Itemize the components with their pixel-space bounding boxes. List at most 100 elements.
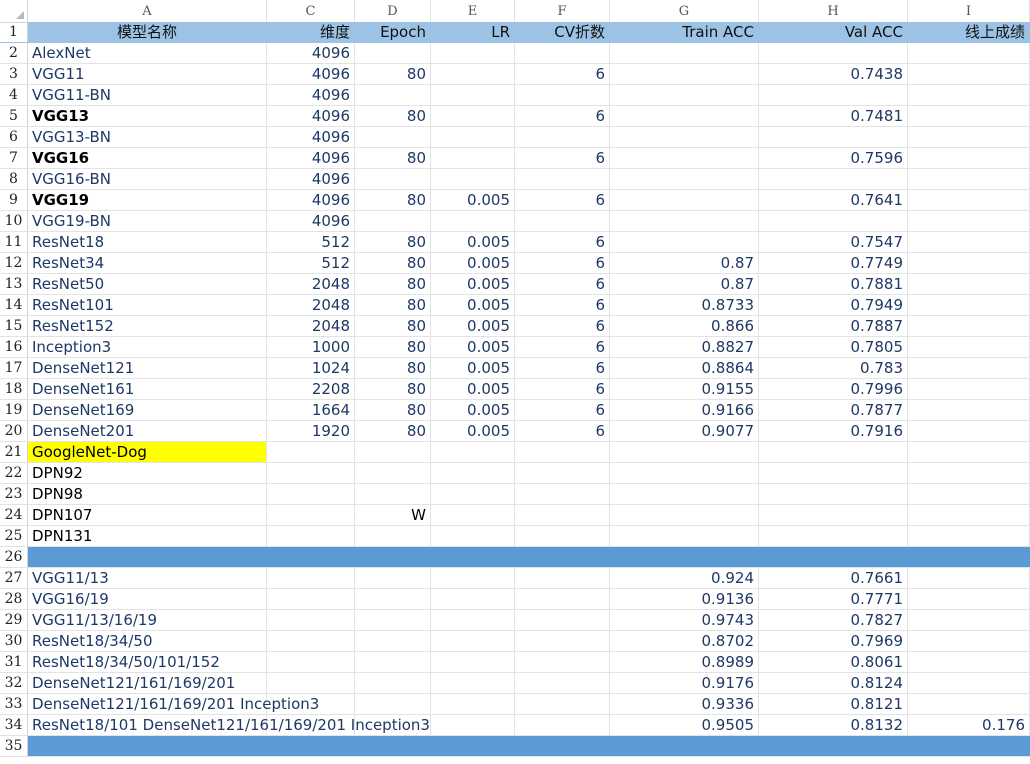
cell-i[interactable] — [908, 526, 1030, 546]
cell-h[interactable]: 0.7949 — [759, 295, 908, 315]
cell-e[interactable] — [431, 715, 515, 735]
cell-f[interactable]: 6 — [515, 148, 610, 168]
cell-d[interactable]: 80 — [355, 379, 431, 399]
row-number[interactable]: 3 — [0, 64, 28, 84]
cell-f[interactable]: 6 — [515, 337, 610, 357]
row-number[interactable]: 2 — [0, 43, 28, 63]
cell-a[interactable]: VGG11-BN — [28, 85, 267, 105]
cell-a[interactable]: DenseNet121/161/169/201 Inception3 — [28, 694, 319, 714]
cell-i[interactable] — [908, 379, 1030, 399]
cell-d[interactable] — [355, 589, 431, 609]
cell-f[interactable]: 6 — [515, 106, 610, 126]
cell-h[interactable] — [759, 85, 908, 105]
cell-f[interactable] — [515, 463, 610, 483]
header-cell-train-acc[interactable]: Train ACC — [610, 22, 759, 42]
cell-i[interactable] — [908, 127, 1030, 147]
cell-c[interactable] — [267, 568, 355, 588]
cell-h[interactable]: 0.7996 — [759, 379, 908, 399]
column-header-h[interactable]: H — [759, 0, 908, 22]
cell-d[interactable] — [355, 715, 431, 735]
cell-i[interactable] — [908, 274, 1030, 294]
cell-e[interactable] — [431, 610, 515, 630]
cell-d[interactable] — [355, 442, 431, 462]
cell-g[interactable]: 0.9336 — [610, 694, 759, 714]
separator-band[interactable] — [28, 547, 1030, 567]
row-number[interactable]: 20 — [0, 421, 28, 441]
cell-f[interactable]: 6 — [515, 400, 610, 420]
cell-f[interactable] — [515, 526, 610, 546]
row-number[interactable]: 26 — [0, 547, 28, 567]
row-number[interactable]: 29 — [0, 610, 28, 630]
cell-c[interactable] — [267, 652, 355, 672]
cell-i[interactable] — [908, 442, 1030, 462]
cell-e[interactable]: 0.005 — [431, 337, 515, 357]
cell-f[interactable] — [515, 442, 610, 462]
cell-c[interactable]: 4096 — [267, 106, 355, 126]
row-number[interactable]: 4 — [0, 85, 28, 105]
cell-i[interactable] — [908, 211, 1030, 231]
cell-d[interactable]: 80 — [355, 253, 431, 273]
cell-g[interactable] — [610, 505, 759, 525]
cell-c[interactable] — [267, 715, 355, 735]
cell-i[interactable] — [908, 463, 1030, 483]
cell-f[interactable] — [515, 694, 610, 714]
cell-e[interactable] — [431, 589, 515, 609]
cell-i[interactable] — [908, 295, 1030, 315]
cell-a[interactable]: VGG16-BN — [28, 169, 267, 189]
cell-i[interactable] — [908, 232, 1030, 252]
cell-d[interactable]: 80 — [355, 274, 431, 294]
column-header-g[interactable]: G — [610, 0, 759, 22]
cell-d[interactable]: 80 — [355, 358, 431, 378]
cell-f[interactable] — [515, 610, 610, 630]
cell-a[interactable]: ResNet101 — [28, 295, 267, 315]
cell-g[interactable] — [610, 64, 759, 84]
cell-d[interactable] — [355, 673, 431, 693]
cell-f[interactable]: 6 — [515, 421, 610, 441]
row-number[interactable]: 22 — [0, 463, 28, 483]
row-number[interactable]: 11 — [0, 232, 28, 252]
cell-d[interactable] — [355, 169, 431, 189]
cell-a[interactable]: VGG16/19 — [28, 589, 267, 609]
cell-g[interactable] — [610, 43, 759, 63]
cell-f[interactable]: 6 — [515, 358, 610, 378]
cell-g[interactable] — [610, 232, 759, 252]
cell-c[interactable] — [267, 694, 355, 714]
cell-c[interactable]: 4096 — [267, 85, 355, 105]
cell-d[interactable] — [355, 43, 431, 63]
row-number[interactable]: 35 — [0, 736, 28, 756]
cell-e[interactable] — [431, 631, 515, 651]
cell-h[interactable]: 0.8121 — [759, 694, 908, 714]
cell-g[interactable]: 0.8702 — [610, 631, 759, 651]
row-number[interactable]: 17 — [0, 358, 28, 378]
cell-i[interactable] — [908, 610, 1030, 630]
cell-e[interactable] — [431, 484, 515, 504]
cell-e[interactable] — [431, 505, 515, 525]
cell-f[interactable] — [515, 127, 610, 147]
row-number[interactable]: 18 — [0, 379, 28, 399]
cell-e[interactable]: 0.005 — [431, 295, 515, 315]
cell-g[interactable] — [610, 484, 759, 504]
cell-e[interactable]: 0.005 — [431, 190, 515, 210]
cell-d[interactable]: 80 — [355, 337, 431, 357]
cell-g[interactable] — [610, 526, 759, 546]
cell-c[interactable]: 4096 — [267, 43, 355, 63]
cell-f[interactable]: 6 — [515, 190, 610, 210]
row-number[interactable]: 12 — [0, 253, 28, 273]
cell-f[interactable] — [515, 589, 610, 609]
row-number[interactable]: 33 — [0, 694, 28, 714]
cell-a[interactable]: ResNet152 — [28, 316, 267, 336]
cell-f[interactable] — [515, 715, 610, 735]
cell-h[interactable]: 0.8061 — [759, 652, 908, 672]
cell-g[interactable]: 0.87 — [610, 253, 759, 273]
row-number[interactable]: 13 — [0, 274, 28, 294]
cell-i[interactable] — [908, 631, 1030, 651]
row-number[interactable]: 24 — [0, 505, 28, 525]
cell-i[interactable] — [908, 358, 1030, 378]
cell-c[interactable]: 1000 — [267, 337, 355, 357]
row-number[interactable]: 14 — [0, 295, 28, 315]
cell-d[interactable]: 80 — [355, 400, 431, 420]
cell-i[interactable] — [908, 43, 1030, 63]
column-header-d[interactable]: D — [355, 0, 431, 22]
cell-c[interactable] — [267, 484, 355, 504]
row-number[interactable]: 10 — [0, 211, 28, 231]
